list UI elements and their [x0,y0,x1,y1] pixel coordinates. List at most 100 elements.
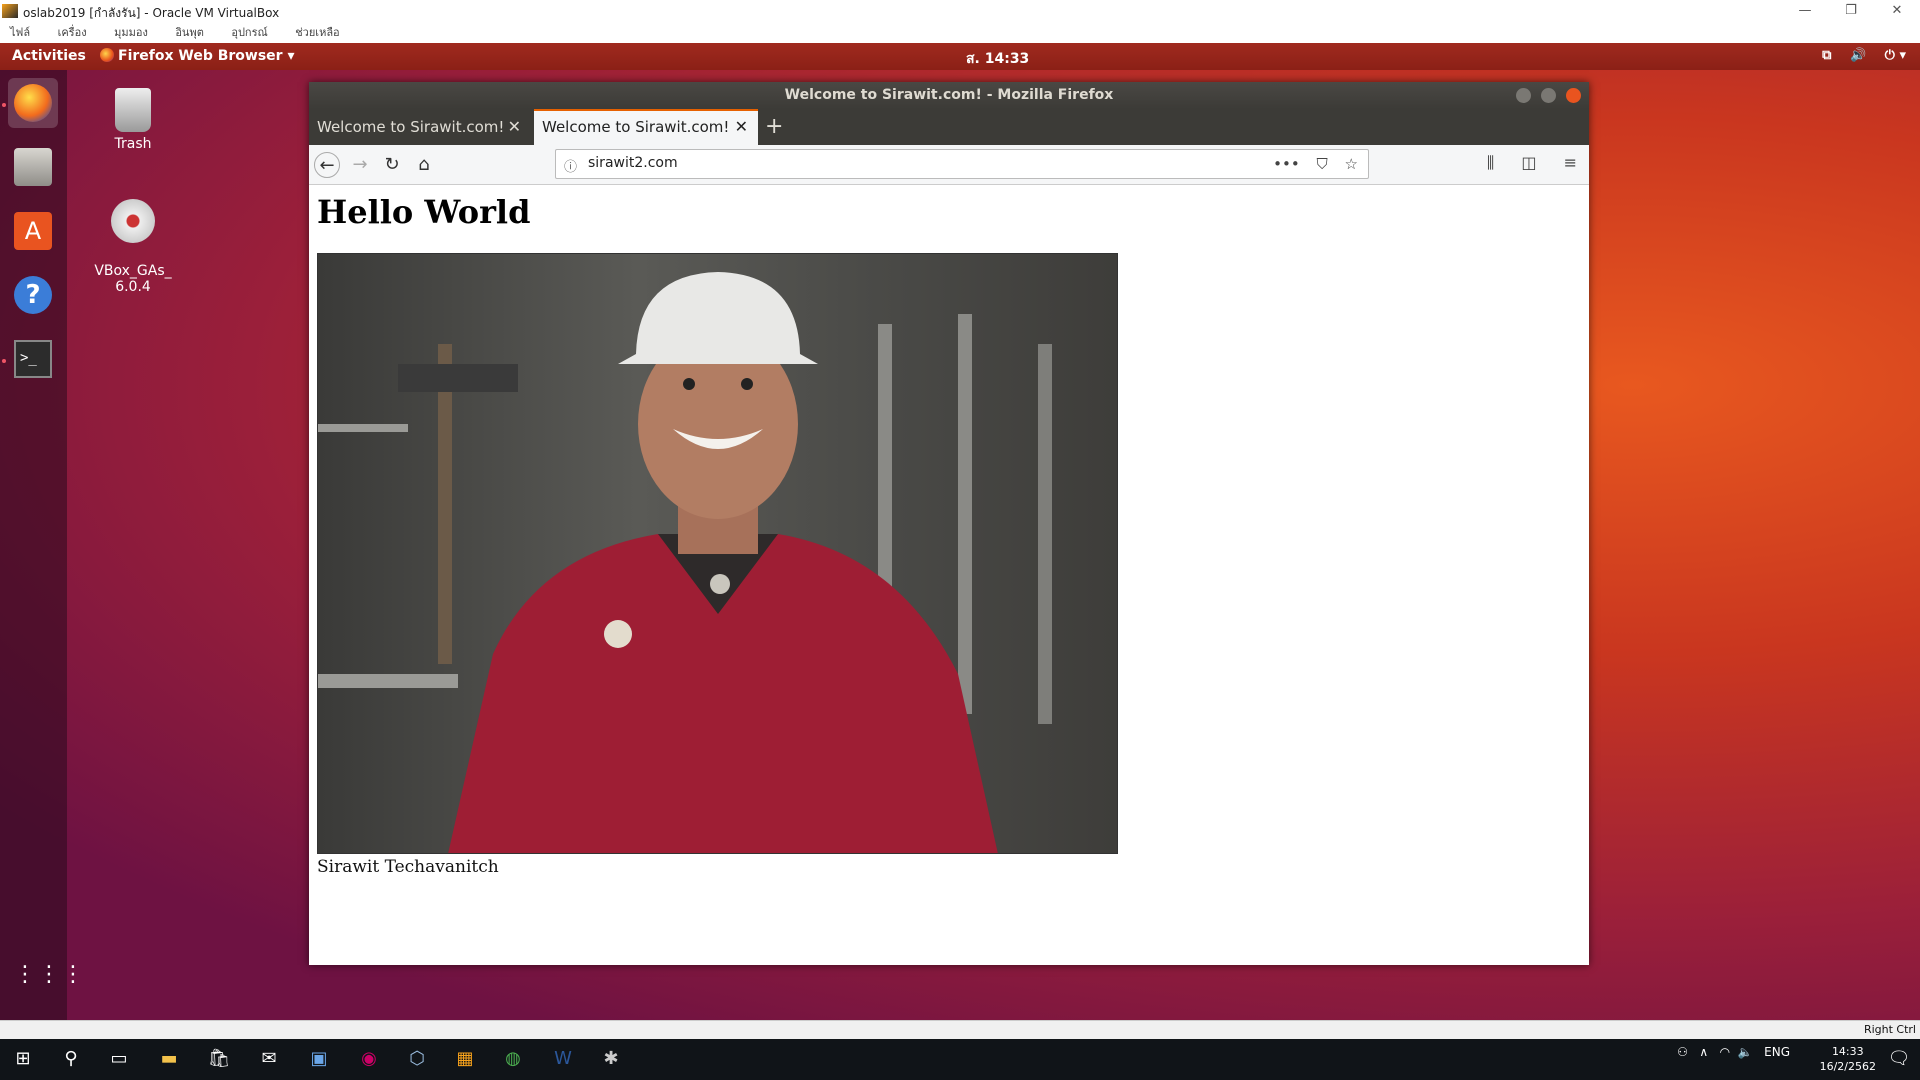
firefox-small-icon [100,48,114,62]
firefox-window-title: Welcome to Sirawit.com! - Mozilla Firefo… [784,87,1114,103]
tray-icons[interactable]: ⚇ ∧ ◠ 🔈 ENG [1677,1045,1790,1059]
menu-input[interactable]: อินพุต [175,22,204,43]
shirt-emblem [604,620,632,648]
vbox-window-title: oslab2019 [กำลังรัน] - Oracle VM Virtual… [23,6,280,20]
pocket-icon[interactable]: ⛉ [1317,155,1328,173]
app-grid-icon: ⋮⋮⋮ [14,962,86,987]
screwdriver [318,674,458,688]
dock-firefox[interactable] [8,78,58,128]
forward-button[interactable]: → [347,152,373,178]
menu-devices[interactable]: อุปกรณ์ [231,22,267,43]
volume-icon: 🔊 [1849,48,1867,63]
trash-icon [115,88,151,132]
tab-close-icon[interactable]: ✕ [735,111,748,143]
host-key-label: Right Ctrl [1863,1023,1916,1036]
word-icon[interactable]: W [550,1047,576,1071]
virtualbox-icon[interactable]: ▦ [452,1047,478,1071]
ff-close-button[interactable] [1566,88,1581,103]
firefox-titlebar: Welcome to Sirawit.com! - Mozilla Firefo… [309,82,1589,109]
software-center-icon: A [14,212,52,250]
page-heading: Hello World [317,193,531,231]
url-bar[interactable]: ⓘ ••• ⛉ ☆ [555,149,1369,179]
minimize-button[interactable]: — [1782,0,1828,22]
task-view-icon[interactable]: ▭ [106,1047,132,1071]
dock-help[interactable]: ? [8,270,58,320]
url-input[interactable] [588,155,1188,171]
new-tab-button[interactable]: + [765,114,783,139]
volume-icon[interactable]: 🔈 [1738,1045,1753,1059]
show-applications-button[interactable]: ⋮⋮⋮ [8,950,86,1000]
bookmark-star-icon[interactable]: ☆ [1345,155,1358,173]
chrome-icon[interactable]: ◍ [500,1047,526,1071]
gnome-topbar: Activities Firefox Web Browser ▾ ส. 14:3… [0,43,1920,70]
ff-maximize-button[interactable] [1541,88,1557,103]
home-button[interactable]: ⌂ [411,152,437,178]
terminal-icon: >_ [14,340,52,378]
profile-photo [317,253,1118,854]
page-content: Hello World Sirawit Techavanitch [309,185,1589,965]
files-icon [14,148,52,186]
firefox-icon [14,84,52,122]
site-info-icon[interactable]: ⓘ [564,156,577,175]
desktop-icon-vbox-gas[interactable]: VBox_GAs_ 6.0.4 [88,183,178,311]
chevron-up-icon[interactable]: ∧ [1699,1045,1708,1059]
hammer-head [398,364,518,392]
vbox-statusbar: Right Ctrl [0,1020,1920,1039]
page-actions-icon[interactable]: ••• [1273,155,1300,173]
back-button[interactable]: ← [314,152,340,178]
dock-software[interactable]: A [8,206,58,256]
menu-view[interactable]: มุมมอง [114,22,148,43]
windows-taskbar: ⊞ ⚲ ▭ ▬ 🛍 ✉ ▣ ◉ ⬡ ▦ ◍ W ✱ ⚇ ∧ ◠ 🔈 ENG 14… [0,1039,1920,1080]
ff-minimize-button[interactable] [1516,88,1532,103]
hard-hat [618,272,818,364]
activities-button[interactable]: Activities [12,48,86,64]
gnome-clock[interactable]: ส. 14:33 [966,48,1029,70]
remote-desktop-icon[interactable]: ▣ [306,1047,332,1071]
restore-button[interactable]: ❐ [1828,0,1874,22]
sidebar-icon[interactable]: ◫ [1521,153,1536,172]
clock-time: 14:33 [1831,1045,1864,1058]
tab-close-icon[interactable]: ✕ [508,109,521,145]
search-icon[interactable]: ⚲ [58,1047,84,1071]
wifi-icon[interactable]: ◠ [1720,1045,1730,1059]
nav-toolbar: ← → ↻ ⌂ ⓘ ••• ⛉ ☆ ⫼ ◫ ≡ [309,145,1589,185]
desktop-icon-label: Trash [114,136,152,152]
dock-terminal[interactable]: >_ [8,334,58,384]
screwdriver [318,424,408,432]
store-icon[interactable]: 🛍 [206,1047,232,1071]
app-menu[interactable]: Firefox Web Browser ▾ [100,48,294,64]
menu-help[interactable]: ช่วยเหลือ [295,22,339,43]
media-app-icon[interactable]: ◉ [356,1047,382,1071]
tab-2[interactable]: Welcome to Sirawit.com! ✕ [534,109,758,145]
help-icon: ? [14,276,52,314]
ubuntu-dock: A ? >_ ⋮⋮⋮ [0,70,86,1020]
photo-illustration [318,272,1052,853]
tab-1[interactable]: Welcome to Sirawit.com! ✕ [309,109,531,145]
menu-machine[interactable]: เครื่อง [58,22,87,43]
windows-clock[interactable]: 14:33 16/2/2562 [1820,1044,1876,1074]
notification-icon[interactable]: 🗨 [1886,1047,1912,1071]
start-icon[interactable]: ⊞ [10,1047,36,1071]
power-icon: ⏻ ▾ [1884,48,1906,63]
firefox-window: Welcome to Sirawit.com! - Mozilla Firefo… [309,82,1589,965]
app-menu-label: Firefox Web Browser ▾ [118,48,295,64]
ubuntu-desktop: Activities Firefox Web Browser ▾ ส. 14:3… [0,43,1920,1020]
dock-files[interactable] [8,142,58,192]
hamburger-menu-icon[interactable]: ≡ [1564,153,1577,172]
cd-icon [111,199,155,243]
reload-button[interactable]: ↻ [379,152,405,178]
3d-viewer-icon[interactable]: ⬡ [404,1047,430,1071]
mail-icon[interactable]: ✉ [256,1047,282,1071]
virtualbox-app-icon [2,4,18,18]
close-button[interactable]: ✕ [1874,0,1920,22]
menu-file[interactable]: ไฟล์ [10,22,30,43]
file-explorer-icon[interactable]: ▬ [156,1047,182,1071]
desktop-icon-trash[interactable]: Trash [88,88,178,152]
app-icon[interactable]: ✱ [598,1047,624,1071]
library-icon[interactable]: ⫼ [1487,153,1494,172]
system-menu[interactable]: ⧉ 🔊 ⏻ ▾ [1808,48,1906,63]
language-indicator[interactable]: ENG [1764,1045,1790,1059]
eye [741,378,753,390]
people-icon[interactable]: ⚇ [1677,1045,1688,1059]
vbox-menubar: ไฟล์ เครื่อง มุมมอง อินพุต อุปกรณ์ ช่วยเ… [0,22,1920,43]
